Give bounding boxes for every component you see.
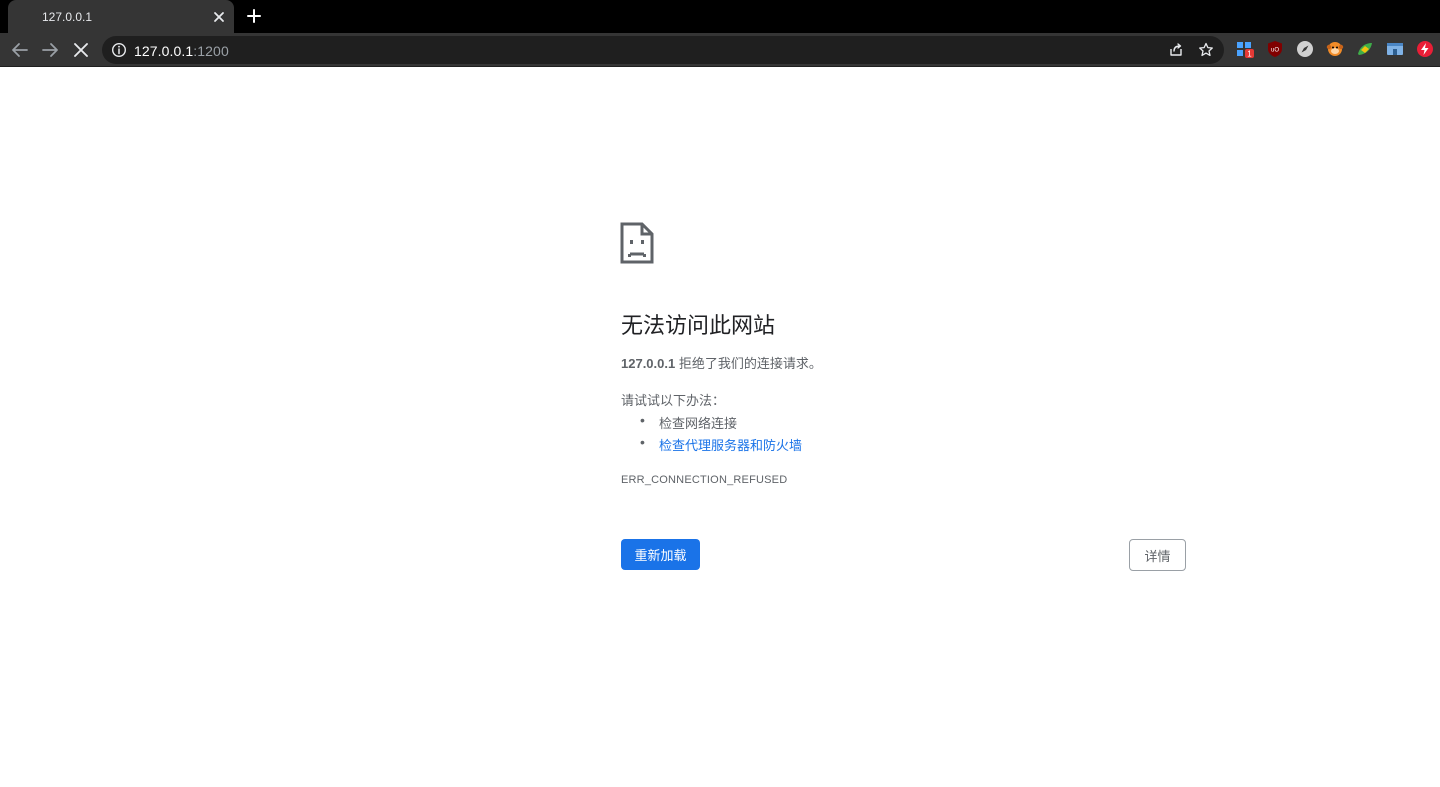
- refused-text: 拒绝了我们的连接请求。: [675, 356, 822, 371]
- reload-button[interactable]: 重新加载: [621, 539, 700, 570]
- try-suggestions-heading: 请试试以下办法：: [621, 393, 726, 408]
- share-icon[interactable]: [1167, 41, 1185, 59]
- url-host: 127.0.0.1: [134, 43, 194, 59]
- svg-text:uO: uO: [1271, 48, 1279, 54]
- arrow-left-icon[interactable]: [9, 39, 31, 61]
- monkey-icon[interactable]: [1326, 40, 1344, 58]
- arrow-right-icon[interactable]: [39, 39, 61, 61]
- sad-document-icon: [620, 222, 654, 264]
- ublock-icon[interactable]: uO: [1266, 40, 1284, 58]
- info-icon[interactable]: [110, 41, 128, 59]
- window-icon[interactable]: [1386, 40, 1404, 58]
- url-text: 127.0.0.1:1200: [134, 43, 229, 59]
- error-page: 无法访问此网站 127.0.0.1 拒绝了我们的连接请求。 请试试以下办法： 检…: [0, 68, 1440, 787]
- close-icon[interactable]: [211, 9, 227, 25]
- error-description: 127.0.0.1 拒绝了我们的连接请求。: [621, 353, 822, 372]
- error-host: 127.0.0.1: [621, 356, 676, 371]
- error-code: ERR_CONNECTION_REFUSED: [621, 474, 788, 486]
- compass-icon[interactable]: [1296, 40, 1314, 58]
- tab-strip: 127.0.0.1: [0, 0, 1440, 33]
- error-heading: 无法访问此网站: [621, 313, 776, 338]
- url-port: :1200: [193, 43, 229, 59]
- details-button[interactable]: 详情: [1129, 539, 1186, 571]
- browser-toolbar: 127.0.0.1:1200 1 uO: [0, 33, 1440, 67]
- suggestion-check-network: 检查网络连接: [659, 416, 738, 431]
- suggestion-item: 检查网络连接: [640, 412, 738, 432]
- plus-icon[interactable]: [244, 6, 264, 26]
- leaf-icon[interactable]: [1356, 40, 1374, 58]
- extension-badge: 1: [1247, 50, 1252, 59]
- suggestion-item: 检查代理服务器和防火墙: [640, 434, 802, 454]
- star-icon[interactable]: [1197, 41, 1215, 59]
- address-bar[interactable]: 127.0.0.1:1200: [102, 36, 1224, 64]
- browser-tab[interactable]: 127.0.0.1: [8, 0, 234, 33]
- lightning-icon[interactable]: [1416, 40, 1434, 58]
- puzzle-icon[interactable]: 1: [1236, 40, 1254, 59]
- tab-title: 127.0.0.1: [42, 10, 93, 24]
- suggestion-check-proxy-link[interactable]: 检查代理服务器和防火墙: [659, 438, 802, 453]
- stop-loading-icon[interactable]: [70, 39, 92, 61]
